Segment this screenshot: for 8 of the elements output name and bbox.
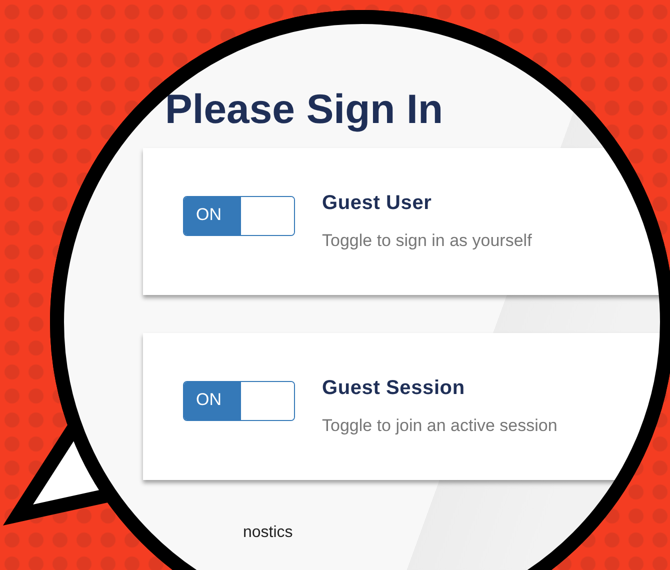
- page-title: Please Sign In: [165, 85, 444, 133]
- option-description: Toggle to sign in as yourself: [322, 231, 532, 251]
- toggle-switch[interactable]: ON: [183, 196, 295, 236]
- toggle-switch[interactable]: ON: [183, 380, 295, 420]
- option-title: Guest Session: [322, 377, 466, 400]
- footer-label: nostics: [243, 524, 294, 542]
- option-title: Guest User: [322, 192, 433, 215]
- option-description: Toggle to join an active session: [322, 416, 558, 436]
